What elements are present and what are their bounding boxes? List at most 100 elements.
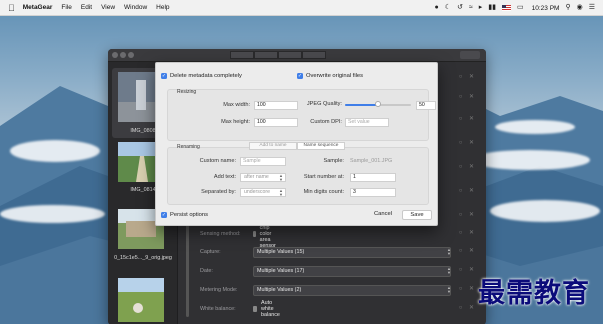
meta-value-metering[interactable]: Multiple Values (2)	[253, 284, 451, 296]
row-close-icon[interactable]: ✕	[467, 187, 476, 196]
row-close-icon[interactable]: ✕	[467, 163, 476, 172]
add-text-select[interactable]: after name ▲ ▼	[240, 173, 286, 182]
flag-icon[interactable]	[502, 5, 512, 11]
volume-icon[interactable]: ▸	[479, 0, 483, 16]
wifi-icon[interactable]: ≈	[469, 0, 473, 16]
meta-label-white-balance: White balance:	[200, 306, 236, 312]
meta-value-capture[interactable]: Multiple Values (15)	[253, 246, 451, 258]
menu-bar:  MetaGear File Edit View Window Help ● …	[0, 0, 603, 16]
start-number-label: Start number at:	[303, 174, 344, 180]
row-action-icon[interactable]: ○	[456, 115, 465, 124]
chevron-updown-icon: ▲ ▼	[279, 173, 283, 182]
title-bar	[108, 49, 486, 62]
status-area: ● ☾ ↺ ≈ ▸ ▮▮ ▭ 10:23 PM ⚲ ◉ ☰	[435, 0, 595, 16]
minimize-window-icon[interactable]	[120, 52, 126, 58]
close-window-icon[interactable]	[112, 52, 118, 58]
zoom-window-icon[interactable]	[128, 52, 134, 58]
separated-by-label: Separated by:	[201, 189, 236, 195]
meta-row-metering: Metering Mode: Multiple Values (2) ▲ ▼	[200, 284, 451, 296]
time-machine-icon[interactable]: ↺	[457, 0, 463, 16]
row-action-icon[interactable]: ○	[456, 285, 465, 294]
menu-file[interactable]: File	[61, 0, 71, 16]
renaming-title: Renaming	[177, 144, 200, 150]
menu-app-name[interactable]: MetaGear	[23, 0, 53, 16]
custom-dpi-input[interactable]: Set value	[345, 118, 389, 127]
row-action-icon[interactable]: ○	[456, 247, 465, 256]
sidebar-scrollbar[interactable]	[186, 217, 189, 317]
row-close-icon[interactable]: ✕	[467, 304, 476, 313]
menu-window[interactable]: Window	[124, 0, 147, 16]
sample-value: Sample_001.JPG	[350, 158, 393, 164]
export-options-dialog: ✓ Delete metadata completely ✓ Overwrite…	[155, 62, 438, 226]
toolbar-segment[interactable]	[254, 51, 278, 59]
clock[interactable]: 10:23 PM	[532, 5, 560, 12]
resizing-section: Resizing Max width: 100 Max height: 100 …	[167, 89, 436, 141]
row-close-icon[interactable]: ✕	[467, 285, 476, 294]
toolbar-segment[interactable]	[302, 51, 326, 59]
toolbar-segment[interactable]	[230, 51, 254, 59]
row-action-icon[interactable]: ○	[456, 139, 465, 148]
overwrite-files-label: Overwrite original files	[306, 73, 364, 79]
min-digits-input[interactable]: 3	[350, 188, 396, 197]
cancel-button[interactable]: Cancel	[368, 210, 398, 220]
row-action-icon[interactable]: ○	[456, 73, 465, 82]
delete-metadata-checkbox[interactable]: ✓	[161, 73, 167, 79]
user-icon[interactable]: ◉	[577, 0, 583, 16]
row-action-icon[interactable]: ○	[456, 229, 465, 238]
meta-label-date: Date:	[200, 268, 213, 274]
capture-stepper-icon[interactable]: ▲ ▼	[446, 247, 452, 257]
custom-name-input[interactable]: Sample	[240, 157, 286, 166]
menu-view[interactable]: View	[101, 0, 115, 16]
meta-label-capture: Capture:	[200, 249, 221, 255]
meta-value-white-balance-text: Auto white balance	[261, 300, 280, 318]
search-icon[interactable]: ⚲	[565, 0, 570, 16]
row-close-icon[interactable]: ✕	[467, 93, 476, 102]
max-width-label: Max width:	[223, 102, 250, 108]
thumbnail-image-4[interactable]	[118, 278, 164, 322]
save-button[interactable]: Save	[402, 210, 432, 220]
watermark-text: 最需教育	[478, 278, 590, 309]
battery-icon[interactable]: ▮▮	[488, 0, 496, 16]
start-number-input[interactable]: 1	[350, 173, 396, 182]
toolbar-segment[interactable]	[278, 51, 302, 59]
airplay-icon[interactable]: ▭	[517, 0, 524, 16]
add-text-label: Add text:	[213, 174, 236, 180]
row-action-icon[interactable]: ○	[456, 211, 465, 220]
row-close-icon[interactable]: ✕	[467, 139, 476, 148]
row-action-icon[interactable]: ○	[456, 304, 465, 313]
metering-stepper-icon[interactable]: ▲ ▼	[446, 285, 452, 295]
apple-icon[interactable]: 	[8, 0, 15, 16]
row-close-icon[interactable]: ✕	[467, 73, 476, 82]
overwrite-files-checkbox[interactable]: ✓	[297, 73, 303, 79]
persist-options-label: Persist options	[170, 212, 209, 218]
min-digits-label: Min digits count:	[303, 189, 344, 195]
chevron-updown-icon: ▲ ▼	[279, 188, 283, 197]
row-action-icon[interactable]: ○	[456, 187, 465, 196]
row-action-icon[interactable]: ○	[456, 93, 465, 102]
tab-add-to-name[interactable]: Add to name	[249, 142, 297, 150]
row-close-icon[interactable]: ✕	[467, 229, 476, 238]
row-close-icon[interactable]: ✕	[467, 266, 476, 275]
row-action-icon[interactable]: ○	[456, 163, 465, 172]
menu-help[interactable]: Help	[156, 0, 169, 16]
date-stepper-icon[interactable]: ▲ ▼	[446, 266, 452, 276]
row-close-icon[interactable]: ✕	[467, 211, 476, 220]
jpeg-quality-slider[interactable]	[345, 101, 411, 107]
separated-by-select[interactable]: underscore ▲ ▼	[240, 188, 286, 197]
meta-value-date[interactable]: Multiple Values (17)	[253, 265, 451, 277]
status-circle-icon[interactable]: ●	[435, 0, 439, 16]
jpeg-quality-slider-knob[interactable]	[375, 101, 381, 107]
moon-icon[interactable]: ☾	[445, 0, 451, 16]
toolbar-button[interactable]	[460, 51, 480, 59]
menu-edit[interactable]: Edit	[81, 0, 92, 16]
separated-by-value: underscore	[244, 189, 270, 195]
menu-list-icon[interactable]: ☰	[589, 0, 595, 16]
thumbnail-label-3: 0_15c1e5..._9_orig.jpeg	[114, 255, 172, 261]
row-close-icon[interactable]: ✕	[467, 115, 476, 124]
persist-options-checkbox[interactable]: ✓	[161, 212, 167, 218]
row-close-icon[interactable]: ✕	[467, 247, 476, 256]
row-action-icon[interactable]: ○	[456, 266, 465, 275]
jpeg-quality-input[interactable]: 50	[416, 101, 436, 110]
meta-row-date: Date: Multiple Values (17) ▲ ▼	[200, 265, 451, 277]
tab-name-sequence[interactable]: Name sequence	[297, 142, 345, 150]
